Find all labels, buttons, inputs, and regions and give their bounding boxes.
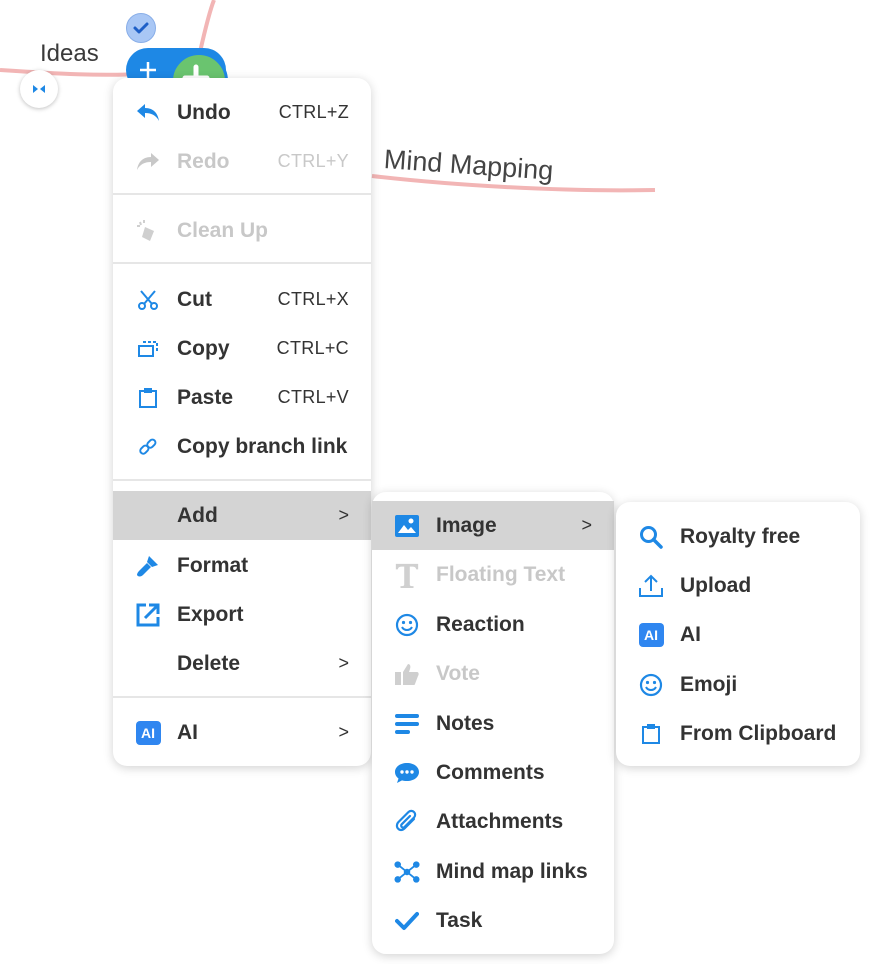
paintbrush-icon xyxy=(135,553,161,579)
menu-item-ai[interactable]: AI AI > xyxy=(113,708,371,757)
checkmark-icon xyxy=(394,908,420,934)
image-icon xyxy=(394,513,420,539)
smiley-icon xyxy=(638,672,664,698)
menu-item-emoji[interactable]: Emoji xyxy=(616,660,860,709)
menu-item-image[interactable]: Image > xyxy=(372,501,614,550)
copy-icon xyxy=(135,336,161,362)
upload-icon xyxy=(638,573,664,599)
ai-icon: AI xyxy=(638,622,664,648)
menu-item-floating-text[interactable]: Floating Text xyxy=(372,550,614,599)
menu-item-format[interactable]: Format xyxy=(113,541,371,590)
check-icon[interactable] xyxy=(126,13,156,43)
search-icon xyxy=(638,524,664,550)
collapse-icon[interactable] xyxy=(20,70,58,108)
thumbs-up-icon xyxy=(394,661,420,687)
comment-icon xyxy=(394,760,420,786)
text-icon xyxy=(394,562,420,588)
menu-item-from-clipboard[interactable]: From Clipboard xyxy=(616,709,860,758)
menu-item-redo[interactable]: Redo CTRL+Y xyxy=(113,137,371,186)
submenu-arrow-icon: > xyxy=(581,515,592,535)
menu-item-delete[interactable]: Delete > xyxy=(113,639,371,688)
paperclip-icon xyxy=(394,809,420,835)
undo-icon xyxy=(135,100,161,126)
menu-item-mind-map-links[interactable]: Mind map links xyxy=(372,847,614,896)
menu-item-image-ai[interactable]: AI AI xyxy=(616,610,860,659)
clipboard-icon xyxy=(638,721,664,747)
menu-item-add[interactable]: Add > xyxy=(113,491,371,540)
menu-item-comments[interactable]: Comments xyxy=(372,748,614,797)
image-submenu: Royalty free Upload AI AI Emoji From Cli… xyxy=(616,502,860,766)
link-icon xyxy=(135,434,161,460)
clean-up-icon xyxy=(135,218,161,244)
export-icon xyxy=(135,602,161,628)
notes-icon xyxy=(394,711,420,737)
menu-item-reaction[interactable]: Reaction xyxy=(372,600,614,649)
submenu-arrow-icon: > xyxy=(338,653,349,673)
network-icon xyxy=(394,859,420,885)
menu-separator xyxy=(113,193,371,195)
smiley-icon xyxy=(394,612,420,638)
menu-item-clean-up[interactable]: Clean Up xyxy=(113,206,371,255)
menu-separator xyxy=(113,696,371,698)
node-ideas[interactable]: Ideas xyxy=(40,40,99,68)
menu-item-copy-branch-link[interactable]: Copy branch link xyxy=(113,422,371,471)
menu-item-export[interactable]: Export xyxy=(113,590,371,639)
submenu-arrow-icon: > xyxy=(338,505,349,525)
scissors-icon xyxy=(135,287,161,313)
ai-icon: AI xyxy=(135,720,161,746)
menu-item-notes[interactable]: Notes xyxy=(372,699,614,748)
submenu-arrow-icon: > xyxy=(338,722,349,742)
redo-icon xyxy=(135,149,161,175)
menu-separator xyxy=(113,479,371,481)
menu-item-royalty-free[interactable]: Royalty free xyxy=(616,512,860,561)
menu-item-undo[interactable]: Undo CTRL+Z xyxy=(113,88,371,137)
menu-item-attachments[interactable]: Attachments xyxy=(372,797,614,846)
menu-item-vote[interactable]: Vote xyxy=(372,649,614,698)
menu-separator xyxy=(113,262,371,264)
menu-item-copy[interactable]: Copy CTRL+C xyxy=(113,324,371,373)
menu-item-upload[interactable]: Upload xyxy=(616,561,860,610)
menu-item-task[interactable]: Task xyxy=(372,896,614,945)
menu-item-paste[interactable]: Paste CTRL+V xyxy=(113,373,371,422)
add-submenu: Image > Floating Text Reaction Vote Note… xyxy=(372,492,614,954)
clipboard-icon xyxy=(135,385,161,411)
menu-item-cut[interactable]: Cut CTRL+X xyxy=(113,275,371,324)
context-menu: Undo CTRL+Z Redo CTRL+Y Clean Up Cut CTR… xyxy=(113,78,371,766)
